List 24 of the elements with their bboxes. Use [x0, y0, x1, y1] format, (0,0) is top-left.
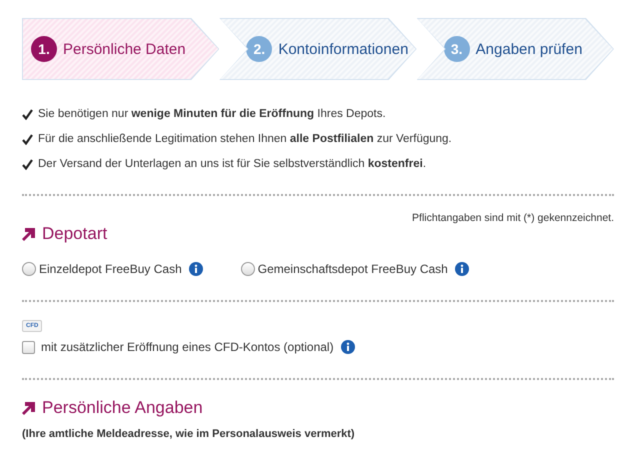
checkmark-icon: [22, 134, 33, 144]
arrow-icon: [22, 402, 35, 414]
info-icon[interactable]: [188, 262, 203, 276]
step-tab[interactable]: 1. Persönliche Daten: [23, 19, 218, 79]
info-icon[interactable]: [454, 262, 469, 276]
option-label: mit zusätzlicher Eröffnung eines CFD-Kontos (optional): [41, 340, 334, 354]
section-subtitle: (Ihre amtliche Meldeadresse, wie im Personalausweis vermerkt): [22, 428, 356, 440]
arrow-icon: [22, 228, 35, 240]
checkmark-icon: [22, 158, 33, 170]
checkmark-icon: [22, 108, 33, 120]
benefit-text: Der Versand der Unterlagen an uns ist für Sie selbstverständlich kostenfrei.: [38, 158, 426, 170]
section-heading: Persönliche Angaben: [42, 398, 203, 418]
required-note: Pflichtangaben sind mit (*) gekennzeichnet.: [411, 212, 614, 224]
checkbox[interactable]: [22, 340, 35, 354]
benefit-text: Sie benötigen nur wenige Minuten für die Eröffnung Ihres Depots.: [38, 108, 386, 120]
step-tab[interactable]: 2. Kontoinformationen: [220, 19, 416, 79]
info-icon[interactable]: [340, 340, 355, 354]
radio-button[interactable]: [22, 262, 36, 276]
radio-button[interactable]: [240, 262, 255, 276]
step-tab[interactable]: 3. Angaben prüfen: [418, 19, 613, 79]
benefit-text: Für die anschließende Legitimation stehen Ihnen alle Postfilialen zur Verfügung.: [38, 133, 452, 145]
section-heading: Depotart: [42, 224, 108, 244]
option-label: Gemeinschaftsdepot FreeBuy Cash: [258, 262, 448, 276]
option-label: Einzeldepot FreeBuy Cash: [39, 262, 182, 276]
